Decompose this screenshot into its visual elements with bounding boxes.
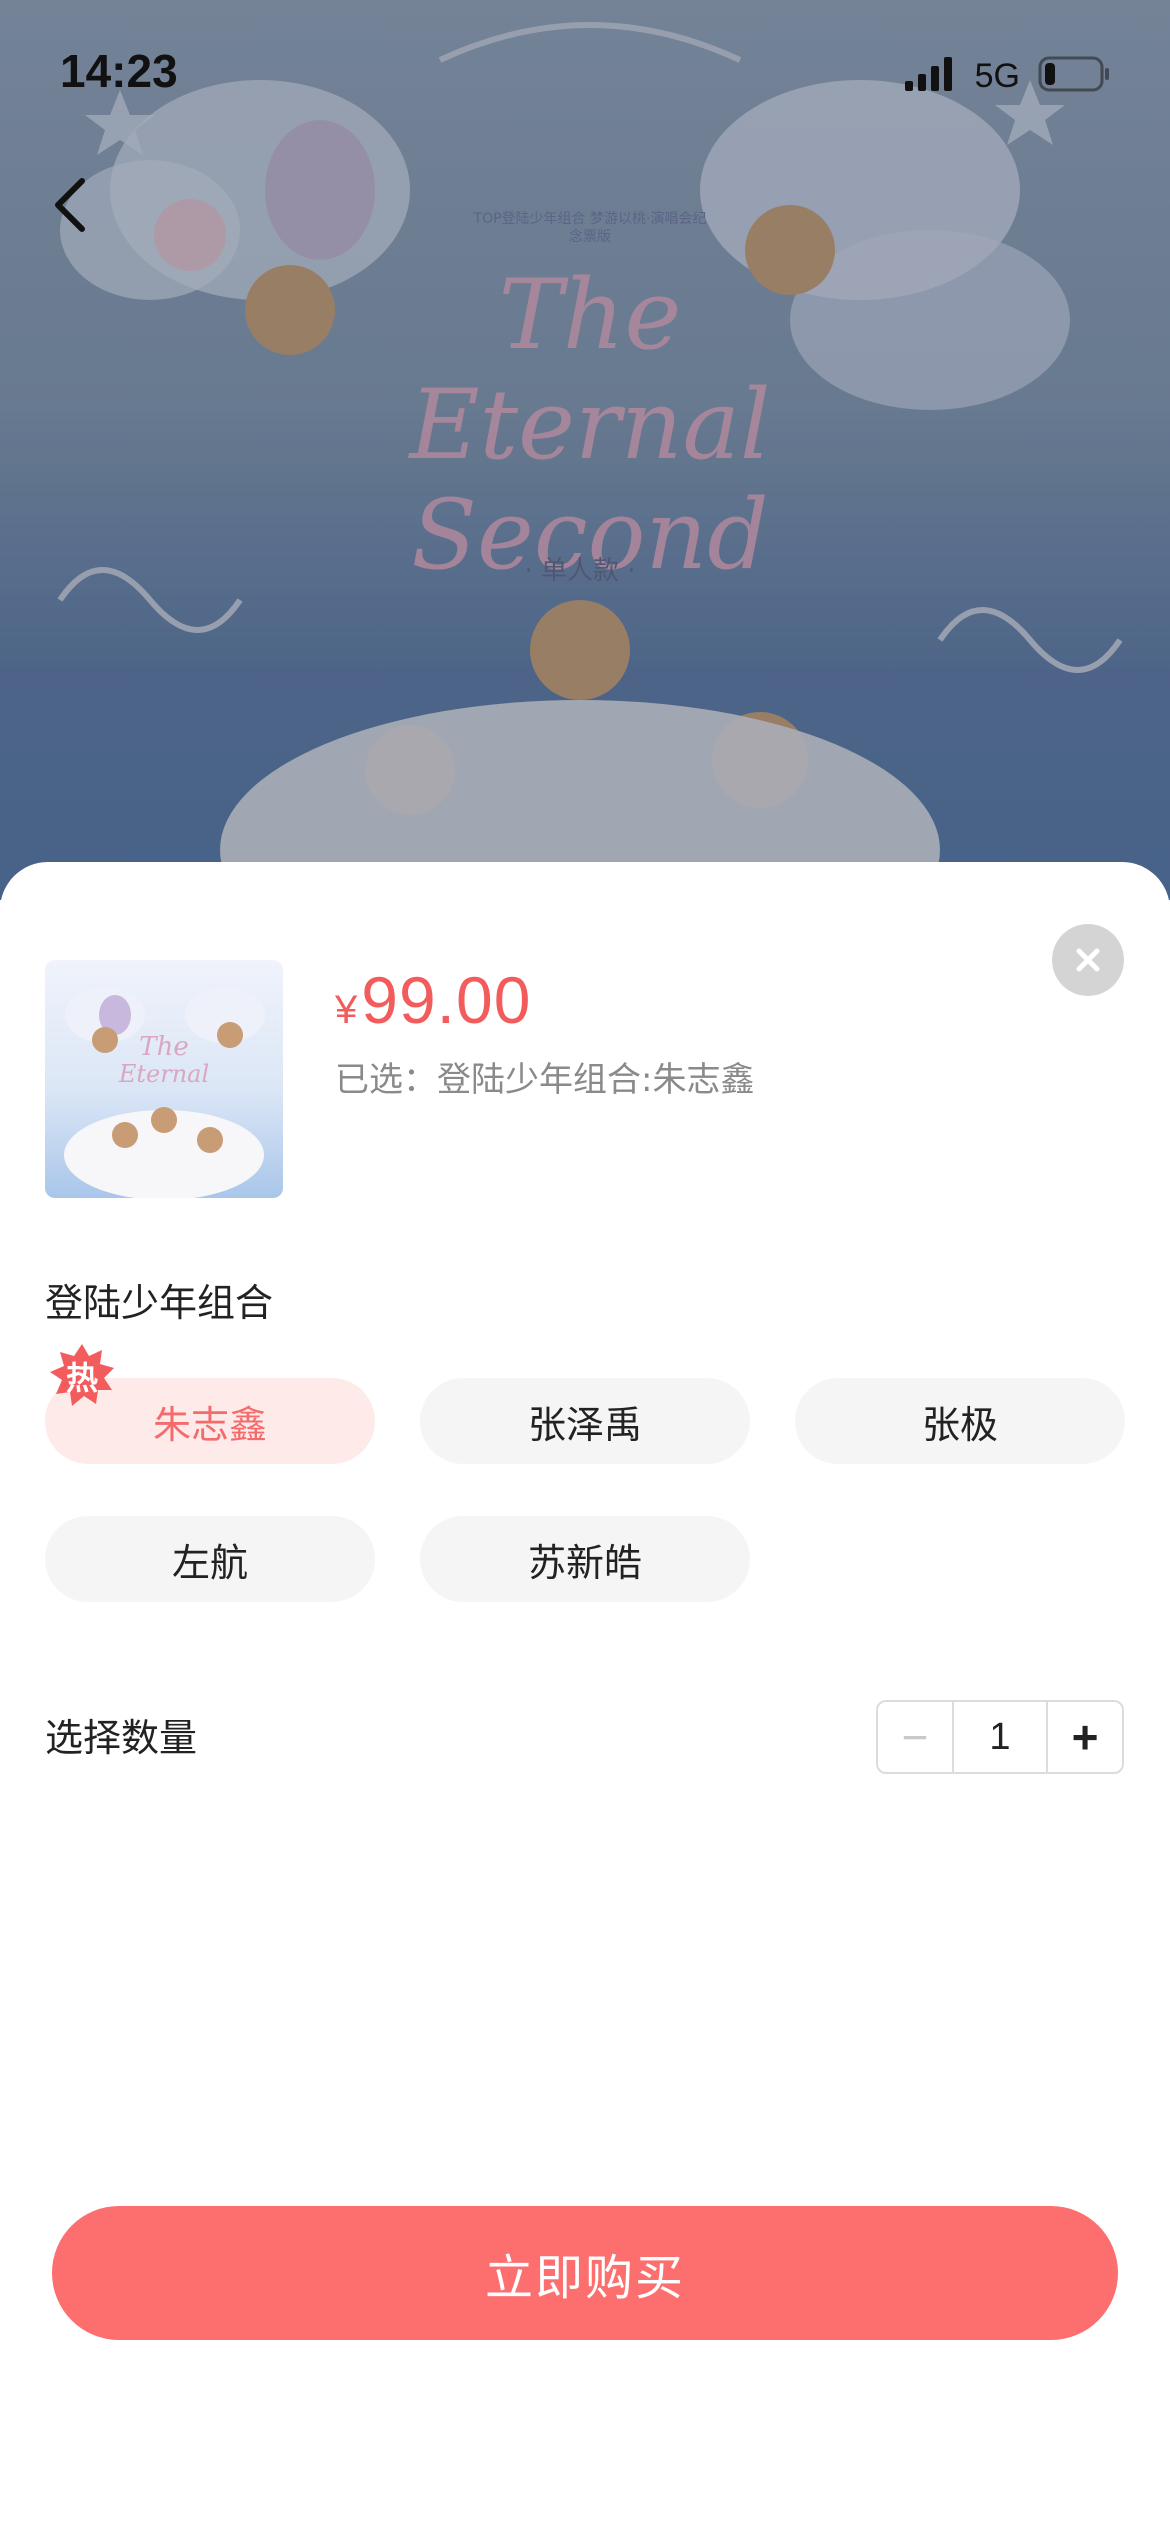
price-display: ¥ 99.00	[335, 962, 531, 1038]
quantity-value[interactable]: 1	[954, 1702, 1046, 1772]
option-label: 张极	[921, 1402, 998, 1447]
svg-text:Eternal: Eternal	[118, 1060, 209, 1088]
option-chip-su-xinhao[interactable]: 苏新皓	[420, 1516, 750, 1602]
sku-selection-sheet: The Eternal ¥ 99.00 已选：登陆少年组合:朱志鑫 登陆少年组合…	[0, 862, 1170, 2532]
signal-icon	[904, 57, 957, 95]
currency-symbol: ¥	[335, 988, 358, 1032]
option-group-title: 登陆少年组合	[45, 1281, 274, 1325]
back-button[interactable]	[40, 170, 100, 240]
status-time: 14:23	[60, 45, 178, 97]
close-button[interactable]	[1052, 924, 1124, 996]
product-screen: TOP登陆少年组合 梦游以桃·演唱会纪念票版 The Eternal Secon…	[0, 0, 1170, 2532]
option-label: 苏新皓	[527, 1540, 642, 1585]
quantity-stepper: − 1 +	[876, 1700, 1124, 1774]
quantity-title: 选择数量	[45, 1716, 198, 1760]
option-label: 左航	[171, 1540, 248, 1585]
option-label: 张泽禹	[527, 1402, 642, 1447]
hot-badge-label: 热	[65, 1359, 98, 1397]
selected-variant-text: 已选：登陆少年组合:朱志鑫	[335, 1060, 755, 1100]
battery-icon	[1038, 56, 1110, 96]
price-value: 99.00	[361, 963, 532, 1037]
product-thumbnail: The Eternal	[45, 960, 283, 1198]
hot-badge: 热	[50, 1344, 114, 1408]
back-arrow-icon	[55, 178, 85, 232]
close-icon	[1076, 948, 1100, 972]
option-chip-zhang-ji[interactable]: 张极	[795, 1378, 1125, 1464]
svg-text:The: The	[139, 1032, 188, 1062]
buy-now-label: 立即购买	[484, 2250, 685, 2306]
status-indicators: 5G	[904, 56, 1110, 96]
option-label: 朱志鑫	[152, 1402, 267, 1447]
network-label: 5G	[974, 56, 1020, 95]
option-chip-zuo-hang[interactable]: 左航	[45, 1516, 375, 1602]
status-bar: 14:23 5G	[0, 0, 1170, 140]
option-chip-zhang-zeyu[interactable]: 张泽禹	[420, 1378, 750, 1464]
quantity-increase-button[interactable]: +	[1046, 1702, 1122, 1772]
quantity-decrease-button[interactable]: −	[878, 1702, 954, 1772]
buy-now-button[interactable]: 立即购买	[52, 2206, 1118, 2340]
